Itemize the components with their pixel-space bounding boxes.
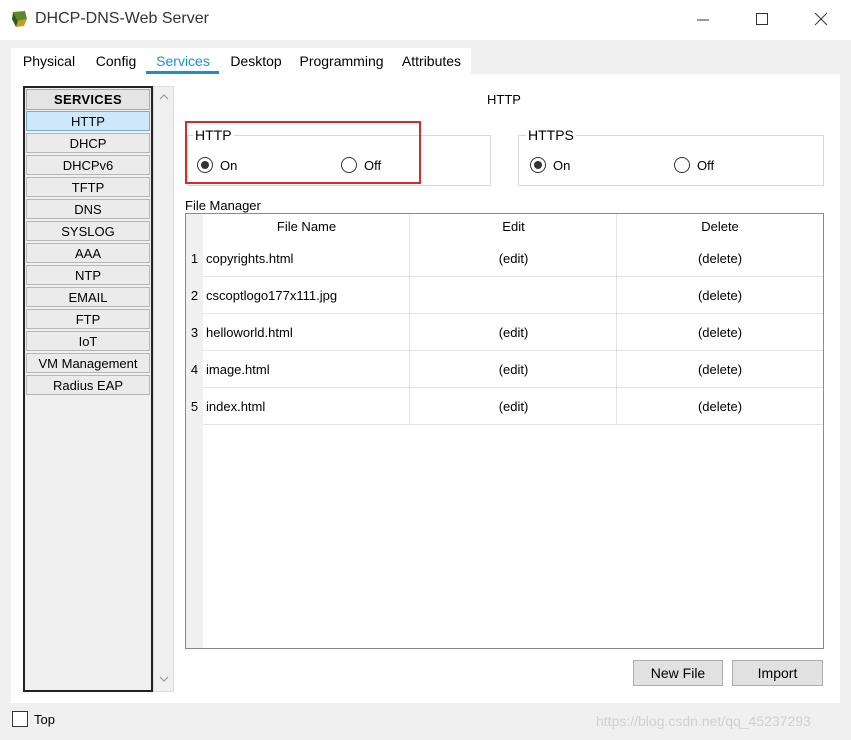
close-button[interactable]: [812, 10, 832, 30]
table-row: 5 index.html (edit) (delete): [186, 388, 823, 425]
service-tftp[interactable]: TFTP: [26, 177, 150, 197]
services-header: SERVICES: [26, 89, 150, 110]
column-header-edit: Edit: [502, 219, 525, 234]
edit-link[interactable]: (edit): [410, 314, 617, 351]
file-name-cell[interactable]: copyrights.html: [203, 240, 410, 277]
service-radius-eap[interactable]: Radius EAP: [26, 375, 150, 395]
new-file-button[interactable]: New File: [633, 660, 723, 686]
column-header-file-name: File Name: [276, 219, 337, 234]
title-bar: DHCP-DNS-Web Server: [0, 0, 851, 40]
grid-line: [616, 214, 617, 425]
row-number: 2: [190, 288, 199, 303]
https-off-radio[interactable]: [674, 157, 690, 173]
table-row: 2 cscoptlogo177x111.jpg (delete): [186, 277, 823, 314]
edit-cell: [410, 277, 617, 314]
grid-line: [203, 276, 823, 277]
top-checkbox-label: Top: [34, 712, 55, 727]
delete-link[interactable]: (delete): [617, 351, 823, 388]
https-on-label: On: [553, 158, 571, 173]
row-number: 5: [190, 399, 199, 414]
grid-line: [203, 387, 823, 388]
services-scrollbar[interactable]: [153, 86, 174, 692]
grid-line: [409, 214, 410, 425]
tab-attributes[interactable]: Attributes: [392, 48, 471, 74]
grid-line: [203, 424, 823, 425]
file-name-cell[interactable]: cscoptlogo177x111.jpg: [203, 277, 410, 314]
top-checkbox[interactable]: [12, 711, 28, 727]
scroll-down-icon[interactable]: [159, 675, 169, 683]
minimize-button[interactable]: [695, 10, 715, 30]
grid-line: [203, 350, 823, 351]
service-iot[interactable]: IoT: [26, 331, 150, 351]
scroll-up-icon[interactable]: [159, 93, 169, 101]
window-title: DHCP-DNS-Web Server: [35, 10, 209, 27]
maximize-button[interactable]: [753, 10, 773, 30]
table-row: 1 copyrights.html (edit) (delete): [186, 240, 823, 277]
service-dhcpv6[interactable]: DHCPv6: [26, 155, 150, 175]
service-syslog[interactable]: SYSLOG: [26, 221, 150, 241]
file-name-cell[interactable]: helloworld.html: [203, 314, 410, 351]
service-ftp[interactable]: FTP: [26, 309, 150, 329]
highlight-annotation: [185, 121, 421, 184]
service-email[interactable]: EMAIL: [26, 287, 150, 307]
delete-link[interactable]: (delete): [617, 240, 823, 277]
table-row: 3 helloworld.html (edit) (delete): [186, 314, 823, 351]
grid-line: [203, 313, 823, 314]
service-dhcp[interactable]: DHCP: [26, 133, 150, 153]
tab-config[interactable]: Config: [87, 48, 145, 74]
import-button[interactable]: Import: [732, 660, 823, 686]
row-number: 3: [190, 325, 199, 340]
service-ntp[interactable]: NTP: [26, 265, 150, 285]
tab-programming[interactable]: Programming: [291, 48, 392, 74]
delete-link[interactable]: (delete): [617, 314, 823, 351]
tab-desktop[interactable]: Desktop: [221, 48, 291, 74]
row-number: 4: [190, 362, 199, 377]
tab-physical[interactable]: Physical: [11, 48, 87, 74]
https-on-radio[interactable]: [530, 157, 546, 173]
column-header-delete: Delete: [701, 219, 739, 234]
edit-link[interactable]: (edit): [410, 388, 617, 425]
delete-link[interactable]: (delete): [617, 277, 823, 314]
https-off-label: Off: [697, 158, 715, 173]
file-manager-table: File Name Edit Delete 1 copyrights.html …: [185, 213, 824, 649]
delete-link[interactable]: (delete): [617, 388, 823, 425]
service-dns[interactable]: DNS: [26, 199, 150, 219]
edit-link[interactable]: (edit): [410, 240, 617, 277]
service-vm-management[interactable]: VM Management: [26, 353, 150, 373]
section-title: HTTP: [487, 92, 521, 107]
maximize-icon: [756, 13, 768, 25]
file-name-cell[interactable]: index.html: [203, 388, 410, 425]
https-group-label: HTTPS: [526, 127, 576, 143]
minimize-icon: [697, 19, 709, 21]
service-aaa[interactable]: AAA: [26, 243, 150, 263]
cisco-server-icon: [12, 11, 27, 27]
close-icon: [814, 12, 828, 26]
watermark-text: https://blog.csdn.net/qq_45237293: [596, 713, 811, 729]
service-http[interactable]: HTTP: [26, 111, 150, 131]
tab-bar: Physical Config Services Desktop Program…: [11, 48, 841, 74]
file-name-cell[interactable]: image.html: [203, 351, 410, 388]
edit-link[interactable]: (edit): [410, 351, 617, 388]
table-row: 4 image.html (edit) (delete): [186, 351, 823, 388]
file-manager-label: File Manager: [185, 198, 261, 213]
row-number: 1: [190, 251, 199, 266]
